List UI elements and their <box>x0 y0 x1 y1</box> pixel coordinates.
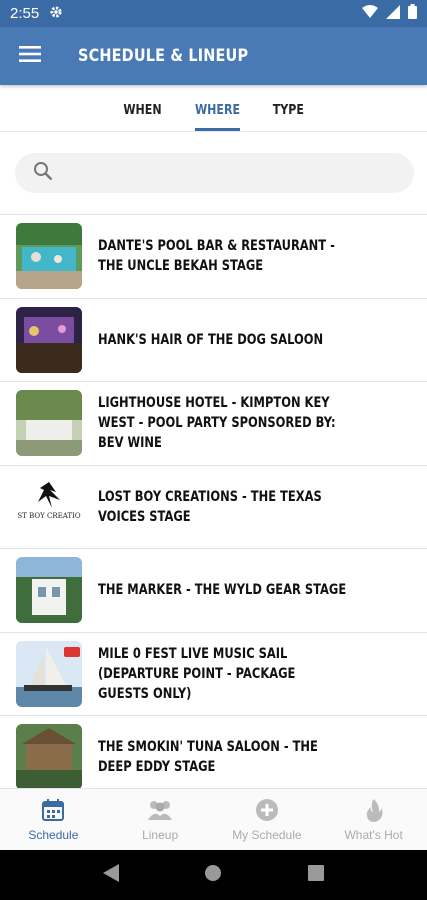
nav-label: What's Hot <box>344 827 403 842</box>
search-input[interactable] <box>63 164 383 182</box>
nav-label: My Schedule <box>232 827 302 842</box>
signal-icon <box>386 4 400 23</box>
tab-where[interactable]: WHERE <box>195 85 241 131</box>
calendar-icon <box>41 798 65 825</box>
settings-icon <box>49 5 63 23</box>
venue-thumbnail <box>16 724 82 788</box>
search-icon <box>33 161 53 186</box>
back-icon[interactable] <box>102 863 119 887</box>
venue-name: DANTE'S POOL BAR & RESTAURANT - THE UNCL… <box>98 238 335 275</box>
menu-button[interactable] <box>0 27 60 85</box>
home-icon[interactable] <box>204 864 222 887</box>
venue-thumbnail <box>16 223 82 290</box>
venue-name: HANK'S HAIR OF THE DOG SALOON <box>98 331 324 348</box>
list-item-marker[interactable]: THE MARKER - THE WYLD GEAR STAGE <box>0 549 427 633</box>
venue-thumbnail <box>16 306 82 373</box>
group-icon <box>146 798 174 825</box>
nav-label: Schedule <box>28 827 79 842</box>
list-item-smokin-tuna[interactable]: THE SMOKIN' TUNA SALOON - THE DEEP EDDY … <box>0 716 427 788</box>
list-item-mile-0-sail[interactable]: MILE 0 FEST LIVE MUSIC SAIL (DEPARTURE P… <box>0 633 427 716</box>
wifi-icon <box>362 4 378 23</box>
venue-thumbnail <box>16 390 82 457</box>
venue-name: LOST BOY CREATIONS - THE TEXAS VOICES ST… <box>98 488 322 525</box>
tab-bar: WHEN WHERE TYPE <box>0 85 427 132</box>
venue-logo: ST BOY CREATIO <box>16 473 82 540</box>
recents-icon[interactable] <box>308 864 325 886</box>
app-screen: 2:55 SCHEDULE & LINEUP WHEN WHERE TYPE D… <box>0 0 427 900</box>
nav-schedule[interactable]: Schedule <box>0 789 107 850</box>
list-item-lighthouse[interactable]: LIGHTHOUSE HOTEL - KIMPTON KEY WEST - PO… <box>0 382 427 466</box>
status-bar: 2:55 <box>0 0 427 27</box>
status-icons <box>362 4 417 23</box>
venue-name: LIGHTHOUSE HOTEL - KIMPTON KEY WEST - PO… <box>98 395 336 452</box>
venue-thumbnail <box>16 557 82 624</box>
list-item-lost-boy[interactable]: ST BOY CREATIO LOST BOY CREATIONS - THE … <box>0 466 427 549</box>
app-bar: SCHEDULE & LINEUP <box>0 27 427 85</box>
venue-name: MILE 0 FEST LIVE MUSIC SAIL (DEPARTURE P… <box>98 645 296 702</box>
hamburger-icon <box>19 45 41 67</box>
svg-text:ST BOY CREATIO: ST BOY CREATIO <box>17 512 80 520</box>
search-bar[interactable] <box>15 153 414 193</box>
status-time: 2:55 <box>10 5 40 22</box>
page-title: SCHEDULE & LINEUP <box>78 46 249 66</box>
battery-icon <box>408 4 417 23</box>
nav-my-schedule[interactable]: My Schedule <box>214 789 321 850</box>
venue-name: THE SMOKIN' TUNA SALOON - THE DEEP EDDY … <box>98 739 318 776</box>
list-item-hanks[interactable]: HANK'S HAIR OF THE DOG SALOON <box>0 299 427 382</box>
bottom-navigation: Schedule Lineup My Schedule What's Hot <box>0 788 427 850</box>
tab-type[interactable]: TYPE <box>273 85 304 131</box>
plus-circle-icon <box>255 798 279 825</box>
nav-lineup[interactable]: Lineup <box>107 789 214 850</box>
tab-when[interactable]: WHEN <box>124 85 162 131</box>
nav-whats-hot[interactable]: What's Hot <box>320 789 427 850</box>
system-navigation-bar <box>0 850 427 900</box>
venue-list: DANTE'S POOL BAR & RESTAURANT - THE UNCL… <box>0 214 427 788</box>
venue-thumbnail <box>16 640 82 707</box>
list-item-dantes[interactable]: DANTE'S POOL BAR & RESTAURANT - THE UNCL… <box>0 215 427 299</box>
flame-icon <box>364 798 384 825</box>
nav-label: Lineup <box>142 827 179 842</box>
venue-name: THE MARKER - THE WYLD GEAR STAGE <box>98 582 347 599</box>
